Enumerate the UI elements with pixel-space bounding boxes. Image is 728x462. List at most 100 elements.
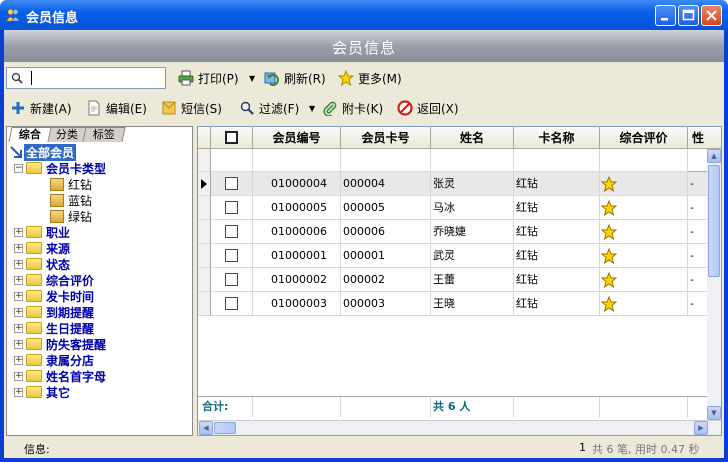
edit-button[interactable]: 编辑(E) [86, 98, 147, 118]
row-header[interactable] [198, 220, 211, 244]
close-button[interactable] [701, 5, 722, 26]
expand-icon[interactable]: + [14, 371, 23, 381]
horizontal-scrollbar[interactable]: ◀ ▶ [198, 420, 721, 435]
select-all-checkbox[interactable] [225, 131, 238, 144]
cell-card-no[interactable]: 000005 [341, 196, 431, 220]
filter-cell[interactable] [341, 149, 431, 172]
expand-icon[interactable]: + [14, 259, 23, 269]
row-header[interactable] [198, 196, 211, 220]
rating-cell[interactable] [600, 268, 688, 292]
header-name[interactable]: 姓名 [431, 127, 514, 149]
cell-tail[interactable]: - [688, 244, 709, 268]
tree-item-branch[interactable]: + 隶属分店 [14, 352, 94, 368]
rating-cell[interactable] [600, 220, 688, 244]
vertical-scroll-thumb[interactable] [708, 165, 720, 277]
scroll-right-button[interactable]: ▶ [694, 421, 708, 435]
header-gender[interactable]: 性 [688, 127, 721, 149]
cell-name[interactable]: 王蕾 [431, 268, 514, 292]
filter-cell[interactable] [431, 149, 514, 172]
filter-cell[interactable] [211, 149, 253, 172]
tree-item-name-initial[interactable]: + 姓名首字母 [14, 368, 106, 384]
rating-cell[interactable] [600, 172, 688, 196]
title-bar[interactable]: 会员信息 [0, 0, 728, 30]
header-card-name[interactable]: 卡名称 [514, 127, 600, 149]
cell-name[interactable]: 王晓 [431, 292, 514, 316]
cell-tail[interactable]: - [688, 172, 709, 196]
refresh-button[interactable]: 刷新(R) [264, 68, 326, 88]
table-row[interactable]: 01000001 000001 武灵 红钻 - [198, 244, 709, 268]
header-select-all[interactable] [211, 127, 253, 149]
scroll-up-button[interactable]: ▲ [707, 149, 721, 163]
cell-card-name[interactable]: 红钻 [514, 220, 600, 244]
cell-card-no[interactable]: 000003 [341, 292, 431, 316]
table-row[interactable]: 01000004 000004 张灵 红钻 - [198, 172, 709, 196]
horizontal-scroll-thumb[interactable] [214, 422, 236, 434]
cell-tail[interactable]: - [688, 268, 709, 292]
tree-item-rating[interactable]: + 综合评价 [14, 272, 94, 288]
rating-cell[interactable] [600, 244, 688, 268]
cell-card-no[interactable]: 000001 [341, 244, 431, 268]
tab-tags[interactable]: 标签 [82, 127, 126, 142]
vertical-scrollbar[interactable]: ▲ ▼ [707, 149, 721, 420]
cell-member-no[interactable]: 01000005 [253, 196, 341, 220]
expand-icon[interactable]: + [14, 227, 23, 237]
cell-member-no[interactable]: 01000003 [253, 292, 341, 316]
row-header[interactable] [198, 268, 211, 292]
row-checkbox-cell[interactable] [211, 292, 253, 316]
row-checkbox[interactable] [225, 297, 238, 310]
tree-item-expiry-reminder[interactable]: + 到期提醒 [14, 304, 94, 320]
tree-item-occupation[interactable]: + 职业 [14, 224, 70, 240]
header-card-no[interactable]: 会员卡号 [341, 127, 431, 149]
tree-item-other[interactable]: + 其它 [14, 384, 70, 400]
search-input[interactable] [6, 67, 166, 89]
header-member-no[interactable]: 会员编号 [253, 127, 341, 149]
cell-member-no[interactable]: 01000001 [253, 244, 341, 268]
row-checkbox[interactable] [225, 273, 238, 286]
table-row[interactable]: 01000005 000005 马冰 红钻 - [198, 196, 709, 220]
tree-item-red-diamond[interactable]: 红钻 [50, 176, 92, 192]
filter-row[interactable] [198, 149, 709, 172]
cell-card-no[interactable]: 000002 [341, 268, 431, 292]
tree-item-card-type[interactable]: − 会员卡类型 [14, 160, 106, 176]
filter-cell[interactable] [253, 149, 341, 172]
more-button[interactable]: 更多(M) [338, 68, 402, 88]
filter-cell[interactable] [514, 149, 600, 172]
expand-icon[interactable]: + [14, 275, 23, 285]
row-header[interactable] [198, 172, 211, 196]
rating-cell[interactable] [600, 292, 688, 316]
row-checkbox[interactable] [225, 201, 238, 214]
cell-card-name[interactable]: 红钻 [514, 292, 600, 316]
expand-icon[interactable]: + [14, 307, 23, 317]
tree-item-all-members[interactable]: 全部会员 [10, 143, 77, 161]
filter-dropdown-arrow[interactable]: ▼ [309, 98, 315, 118]
row-checkbox-cell[interactable] [211, 268, 253, 292]
cell-tail[interactable]: - [688, 292, 709, 316]
expand-icon[interactable]: + [14, 323, 23, 333]
cell-card-name[interactable]: 红钻 [514, 172, 600, 196]
scroll-down-button[interactable]: ▼ [707, 406, 721, 420]
tree-item-birthday-reminder[interactable]: + 生日提醒 [14, 320, 94, 336]
filter-button[interactable]: 过滤(F) [239, 98, 299, 118]
tree-item-green-diamond[interactable]: 绿钻 [50, 208, 92, 224]
row-header[interactable] [198, 244, 211, 268]
tree-item-source[interactable]: + 来源 [14, 240, 70, 256]
row-checkbox[interactable] [225, 249, 238, 262]
tree-item-blue-diamond[interactable]: 蓝钻 [50, 192, 92, 208]
expand-icon[interactable]: + [14, 339, 23, 349]
row-checkbox[interactable] [225, 177, 238, 190]
minimize-button[interactable] [655, 5, 676, 26]
cell-name[interactable]: 张灵 [431, 172, 514, 196]
row-checkbox-cell[interactable] [211, 244, 253, 268]
table-row[interactable]: 01000002 000002 王蕾 红钻 - [198, 268, 709, 292]
cell-member-no[interactable]: 01000006 [253, 220, 341, 244]
tree-item-issue-date[interactable]: + 发卡时间 [14, 288, 94, 304]
expand-icon[interactable]: + [14, 243, 23, 253]
cell-tail[interactable]: - [688, 196, 709, 220]
cell-tail[interactable]: - [688, 220, 709, 244]
new-button[interactable]: 新建(A) [10, 98, 72, 118]
cell-card-name[interactable]: 红钻 [514, 244, 600, 268]
cell-name[interactable]: 武灵 [431, 244, 514, 268]
cell-name[interactable]: 马冰 [431, 196, 514, 220]
scroll-left-button[interactable]: ◀ [199, 421, 213, 435]
header-rating[interactable]: 综合评价 [600, 127, 688, 149]
